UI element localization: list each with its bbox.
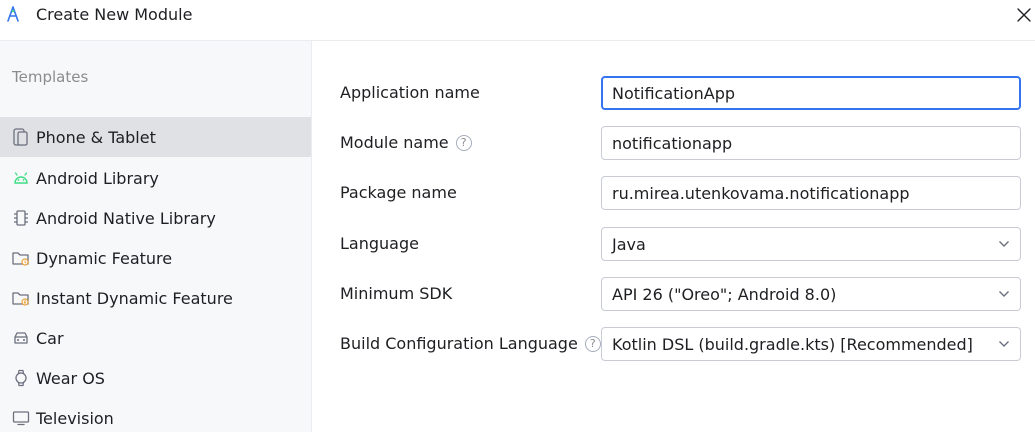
sidebar-item-car[interactable]: Car	[0, 318, 311, 358]
application-name-input[interactable]	[601, 76, 1021, 110]
application-name-row: Application name	[340, 76, 1022, 110]
watch-icon	[11, 368, 31, 388]
sidebar-item-instant-dynamic-feature[interactable]: Instant Dynamic Feature	[0, 278, 311, 318]
minimum-sdk-dropdown[interactable]: API 26 ("Oreo"; Android 8.0)	[601, 277, 1021, 311]
sidebar-item-android-native-library[interactable]: Android Native Library	[0, 198, 311, 238]
instant-dynamic-feature-folder-icon	[11, 288, 31, 308]
title-bar: Create New Module	[0, 0, 1035, 32]
sidebar-item-label: Dynamic Feature	[36, 248, 173, 268]
module-name-row: Module name ?	[340, 126, 1022, 160]
sidebar-item-label: Wear OS	[36, 368, 105, 388]
sidebar-item-television[interactable]: Television	[0, 398, 311, 432]
application-name-label: Application name	[340, 83, 480, 102]
help-icon[interactable]: ?	[455, 134, 472, 151]
minimum-sdk-label: Minimum SDK	[340, 284, 453, 303]
native-library-icon	[11, 208, 31, 228]
sidebar-item-wear-os[interactable]: Wear OS	[0, 358, 311, 398]
language-label: Language	[340, 234, 419, 253]
module-name-input[interactable]	[601, 126, 1021, 160]
android-icon	[11, 168, 31, 188]
chevron-down-icon	[998, 288, 1010, 300]
chevron-down-icon	[998, 338, 1010, 350]
sidebar-item-dynamic-feature[interactable]: Dynamic Feature	[0, 238, 311, 278]
sidebar-item-android-library[interactable]: Android Library	[0, 158, 311, 198]
tv-icon	[11, 408, 31, 428]
sidebar-item-label: Android Library	[36, 168, 159, 188]
sidebar-item-label: Instant Dynamic Feature	[36, 288, 233, 308]
car-icon	[11, 328, 31, 348]
package-name-row: Package name	[340, 176, 1022, 210]
module-name-label-text: Module name	[340, 133, 449, 152]
sidebar-item-label: Phone & Tablet	[36, 127, 156, 147]
language-dropdown[interactable]: Java	[601, 227, 1021, 261]
build-config-language-label-text: Build Configuration Language	[340, 334, 578, 353]
build-config-language-row: Build Configuration Language ? Kotlin DS…	[340, 327, 1022, 361]
language-selected-value: Java	[612, 234, 646, 254]
help-icon[interactable]: ?	[584, 335, 601, 352]
templates-sidebar: Templates Phone & Tablet Android Library	[0, 41, 312, 432]
dialog-title: Create New Module	[36, 5, 193, 24]
package-name-label: Package name	[340, 183, 457, 202]
sidebar-item-label: Television	[36, 408, 114, 428]
templates-header: Templates	[12, 68, 89, 86]
build-config-language-label: Build Configuration Language ?	[340, 334, 601, 353]
build-config-language-selected-value: Kotlin DSL (build.gradle.kts) [Recommend…	[612, 334, 973, 354]
sidebar-item-phone-tablet[interactable]: Phone & Tablet	[0, 117, 311, 157]
close-icon[interactable]	[1013, 4, 1035, 26]
package-name-input[interactable]	[601, 176, 1021, 210]
chevron-down-icon	[998, 238, 1010, 250]
minimum-sdk-row: Minimum SDK API 26 ("Oreo"; Android 8.0)	[340, 277, 1022, 311]
sidebar-item-label: Car	[36, 328, 64, 348]
dynamic-feature-folder-icon	[11, 248, 31, 268]
android-studio-icon	[7, 6, 19, 22]
minimum-sdk-selected-value: API 26 ("Oreo"; Android 8.0)	[612, 284, 837, 304]
create-new-module-dialog: Create New Module Templates Phone & Tabl…	[0, 0, 1035, 432]
build-config-language-dropdown[interactable]: Kotlin DSL (build.gradle.kts) [Recommend…	[601, 327, 1021, 361]
sidebar-item-label: Android Native Library	[36, 208, 216, 228]
module-name-label: Module name ?	[340, 133, 472, 152]
phone-tablet-icon	[11, 127, 31, 147]
language-row: Language Java	[340, 227, 1022, 261]
